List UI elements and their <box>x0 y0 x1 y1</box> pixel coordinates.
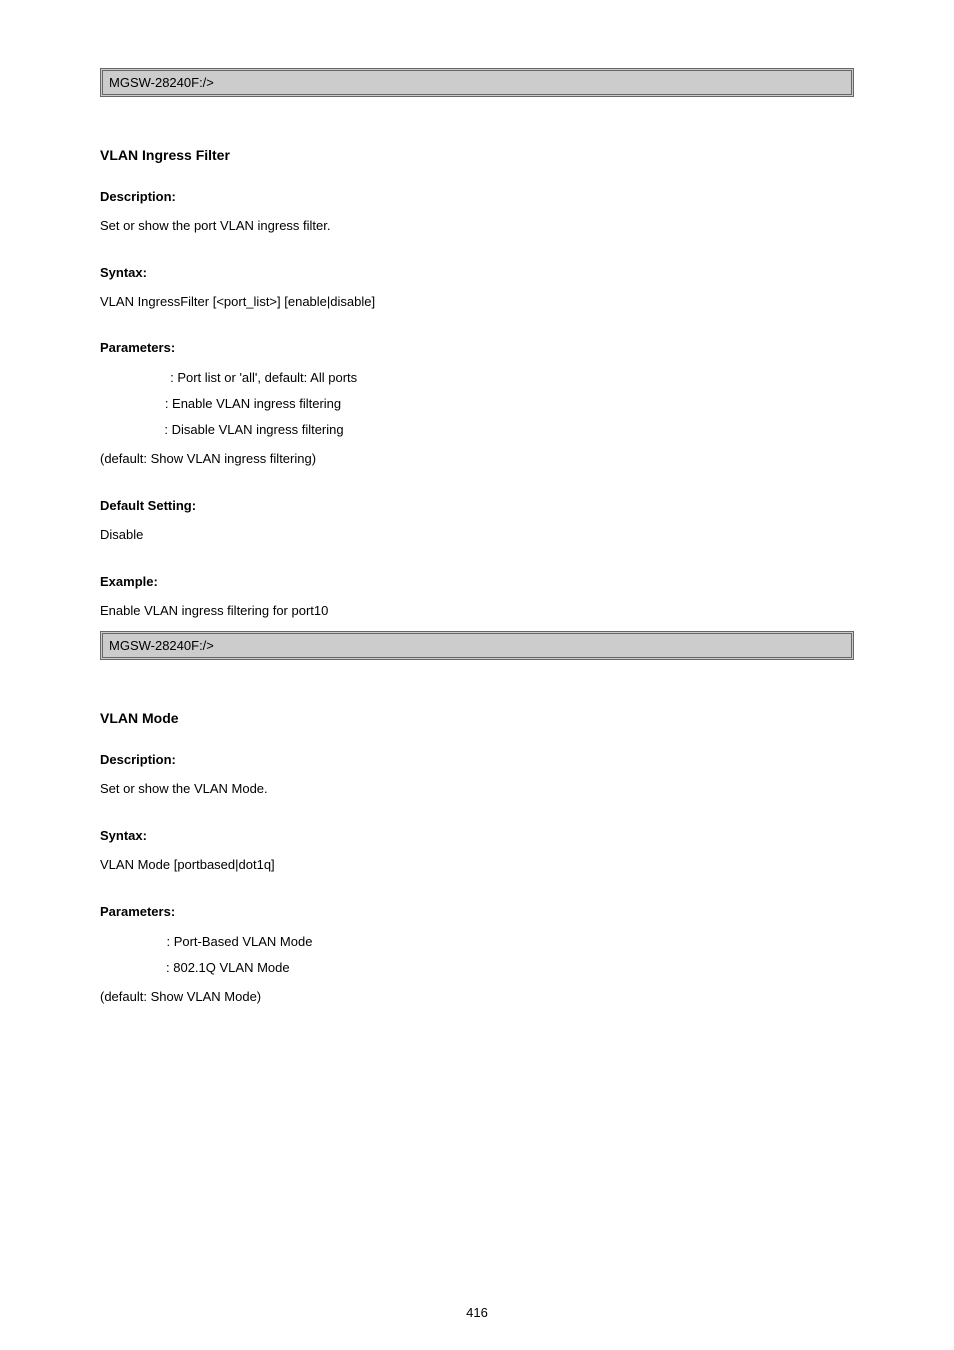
mode-param2-key: dot1q <box>100 960 135 975</box>
param2-key: enable <box>100 396 141 411</box>
params-label-mode: Parameters: <box>100 904 854 919</box>
example-label-ingress: Example: <box>100 574 854 589</box>
prompt-2: MGSW-28240F:/> <box>109 638 214 653</box>
example-text-ingress: Enable VLAN ingress filtering for port10 <box>100 599 854 624</box>
prompt-1: MGSW-28240F:/> <box>109 75 214 90</box>
syntax-text-mode: VLAN Mode [portbased|dot1q] <box>100 853 854 878</box>
command-1: VLAN FrameType 10 tagged <box>214 75 379 90</box>
code-box-1: MGSW-28240F:/>VLAN FrameType 10 tagged <box>100 68 854 97</box>
params-label-ingress: Parameters: <box>100 340 854 355</box>
desc-label-mode: Description: <box>100 752 854 767</box>
page-container: MGSW-28240F:/>VLAN FrameType 10 tagged V… <box>0 0 954 1350</box>
param1-desc: : Port list or 'all', default: All ports <box>170 365 357 391</box>
param-line-1: <port_list> : Port list or 'all', defaul… <box>100 365 854 391</box>
section-title-ingress: VLAN Ingress Filter <box>100 147 854 163</box>
default-label-ingress: Default Setting: <box>100 498 854 513</box>
syntax-text-ingress: VLAN IngressFilter [<port_list>] [enable… <box>100 290 854 315</box>
syntax-label-mode: Syntax: <box>100 828 854 843</box>
desc-text-ingress: Set or show the port VLAN ingress filter… <box>100 214 854 239</box>
mode-param1-key: portbased <box>100 934 163 949</box>
default-text-ingress: Disable <box>100 523 854 548</box>
param3-key: disable <box>100 422 145 437</box>
param-line-mode-1: portbased : Port-Based VLAN Mode <box>100 929 854 955</box>
desc-label-ingress: Description: <box>100 189 854 204</box>
param3-desc: : Disable VLAN ingress filtering <box>164 417 343 443</box>
section-title-mode: VLAN Mode <box>100 710 854 726</box>
param-line-2: enable : Enable VLAN ingress filtering <box>100 391 854 417</box>
mode-param1-desc: : Port-Based VLAN Mode <box>166 929 312 955</box>
params-default-ingress: (default: Show VLAN ingress filtering) <box>100 447 854 472</box>
syntax-label-ingress: Syntax: <box>100 265 854 280</box>
param-line-3: disable : Disable VLAN ingress filtering <box>100 417 854 443</box>
param2-desc: : Enable VLAN ingress filtering <box>165 391 341 417</box>
code-box-2: MGSW-28240F:/>VLAN IngressFilter 10 enab… <box>100 631 854 660</box>
param-line-mode-2: dot1q : 802.1Q VLAN Mode <box>100 955 854 981</box>
params-default-mode: (default: Show VLAN Mode) <box>100 985 854 1010</box>
param1-key: <port_list> <box>100 370 166 385</box>
page-number: 416 <box>0 1305 954 1320</box>
desc-text-mode: Set or show the VLAN Mode. <box>100 777 854 802</box>
mode-param2-desc: : 802.1Q VLAN Mode <box>166 955 290 981</box>
command-2: VLAN IngressFilter 10 enable <box>214 638 384 653</box>
